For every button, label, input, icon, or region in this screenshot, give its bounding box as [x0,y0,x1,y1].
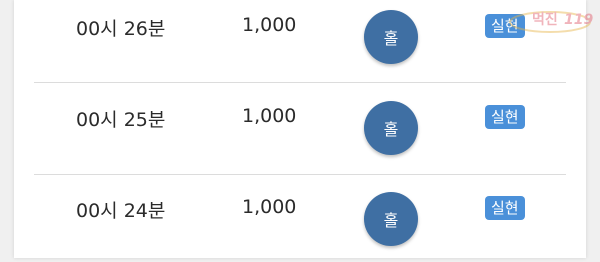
status-badge: 실현 [485,105,525,129]
bet-amount: 1,000 [242,196,297,218]
bet-time: 00시 25분 [76,109,166,131]
bet-time: 00시 24분 [76,200,166,222]
bet-history-card: 00시 26분 1,000 홀 실현 00시 25분 1,000 홀 실현 00… [14,0,586,258]
bet-amount: 1,000 [242,105,297,127]
status-badge: 실현 [485,196,525,220]
watermark-logo: 먹진 119 [509,11,593,33]
bet-time: 00시 26분 [76,18,166,40]
bet-amount: 1,000 [242,14,297,36]
pick-badge: 홀 [364,101,418,155]
list-item: 00시 25분 1,000 홀 실현 [34,83,566,171]
list-item: 00시 24분 1,000 홀 실현 [34,174,566,262]
list-item: 00시 26분 1,000 홀 실현 [34,0,566,80]
watermark-text: 먹진 [532,11,558,28]
pick-badge: 홀 [364,192,418,246]
watermark-number: 119 [564,12,593,28]
pick-badge: 홀 [364,10,418,64]
